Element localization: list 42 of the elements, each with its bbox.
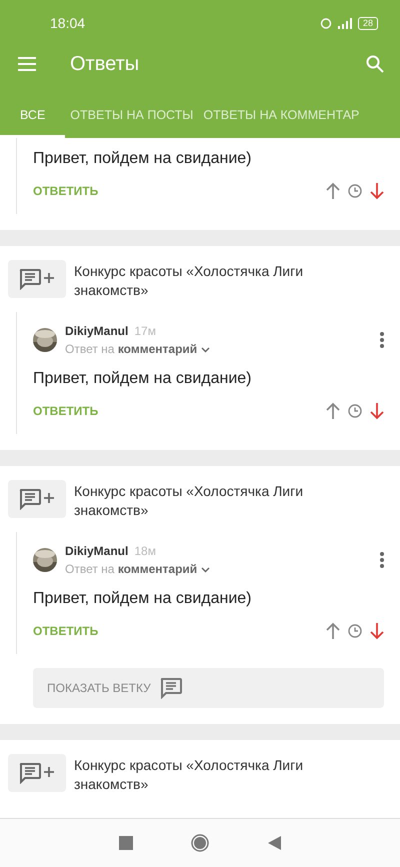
clock-icon xyxy=(348,184,362,198)
signal-icon xyxy=(336,18,353,28)
menu-icon[interactable] xyxy=(18,57,36,71)
add-comment-icon xyxy=(18,268,56,290)
post-title[interactable]: Конкурс красоты «Холостячка Лиги знакомств» xyxy=(74,480,319,520)
comment-text: Привет, пойдем на свидание) xyxy=(33,150,252,168)
clock-icon xyxy=(348,404,362,418)
home-icon[interactable] xyxy=(191,834,210,852)
reply-to-link[interactable]: Ответ на комментарий xyxy=(65,562,198,576)
add-comment-button[interactable] xyxy=(8,260,66,298)
screen-title: Ответы xyxy=(70,52,140,76)
more-icon[interactable] xyxy=(380,332,384,348)
comment-time: 17м xyxy=(134,324,156,338)
upvote-icon[interactable] xyxy=(326,622,340,640)
add-comment-icon xyxy=(18,762,56,784)
recents-icon[interactable] xyxy=(119,836,134,850)
comment-text: Привет, пойдем на свидание) xyxy=(33,590,252,608)
battery-level: 28 xyxy=(358,16,378,30)
reply-to-link[interactable]: Ответ на комментарий xyxy=(65,342,198,356)
author-name[interactable]: DikiyManul xyxy=(65,324,128,338)
post-title[interactable]: Конкурс красоты «Холостячка Лиги знакомств» xyxy=(74,754,319,794)
chevron-down-icon[interactable] xyxy=(201,567,210,573)
thread-icon xyxy=(158,677,183,699)
chevron-down-icon[interactable] xyxy=(201,347,210,353)
upvote-icon[interactable] xyxy=(326,402,340,420)
add-comment-button[interactable] xyxy=(8,480,66,518)
clock-icon xyxy=(348,624,362,638)
downvote-icon[interactable] xyxy=(370,622,384,640)
back-icon[interactable] xyxy=(268,836,281,850)
comment-time: 18м xyxy=(134,544,156,558)
add-comment-button[interactable] xyxy=(8,754,66,792)
search-icon[interactable] xyxy=(366,55,384,73)
status-time: 18:04 xyxy=(50,15,86,31)
more-icon[interactable] xyxy=(380,552,384,568)
show-thread-button[interactable]: ПОКАЗАТЬ ВЕТКУ xyxy=(33,668,384,708)
author-name[interactable]: DikiyManul xyxy=(65,544,128,558)
post-title[interactable]: Конкурс красоты «Холостячка Лиги знакомств» xyxy=(74,260,319,300)
add-comment-icon xyxy=(18,488,56,510)
downvote-icon[interactable] xyxy=(370,402,384,420)
downvote-icon[interactable] xyxy=(370,182,384,200)
upvote-icon[interactable] xyxy=(326,182,340,200)
comment-text: Привет, пойдем на свидание) xyxy=(33,370,252,388)
